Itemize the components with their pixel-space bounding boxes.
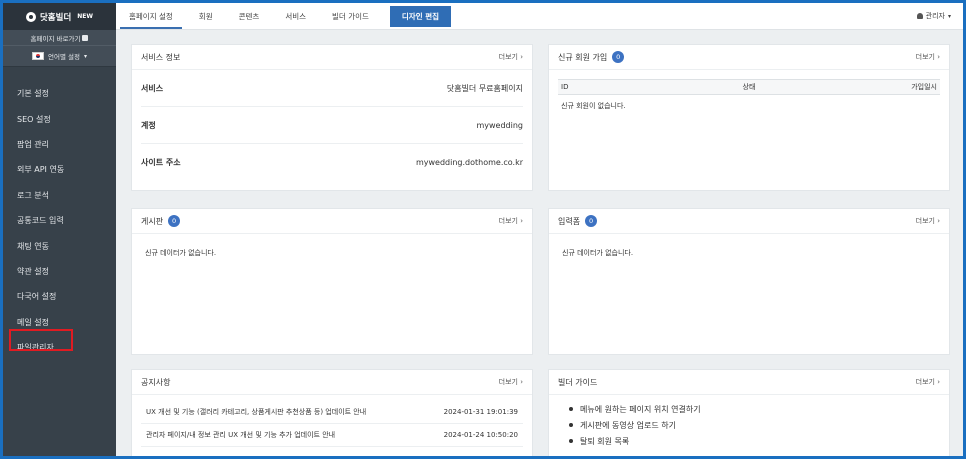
app-window: 닷홈빌더 NEW 홈페이지 바로가기 언어별 설정 ▾ 기본 설정 SEO 설정… — [3, 3, 963, 456]
language-select[interactable]: 언어별 설정 ▾ — [3, 46, 116, 66]
panel-title: 공지사항 — [141, 377, 171, 387]
homepage-link[interactable]: 홈페이지 바로가기 — [3, 30, 116, 46]
info-row: 서비스 닷홈빌더 무료홈페이지 — [141, 70, 523, 107]
panel-header: 신규 회원 가입 0 더보기 › — [549, 45, 949, 70]
caret-down-icon: ▾ — [83, 52, 87, 60]
service-info-panel: 서비스 정보 더보기 › 서비스 닷홈빌더 무료홈페이지 계정 myweddin… — [131, 44, 533, 191]
brand-name: 닷홈빌더 — [39, 12, 72, 23]
sidebar-item-external-api[interactable]: 외부 API 연동 — [3, 157, 116, 182]
more-link[interactable]: 더보기 › — [499, 377, 523, 387]
count-badge: 0 — [612, 51, 625, 63]
external-link-icon — [82, 34, 89, 41]
logo-icon — [25, 11, 36, 22]
notice-panel: 공지사항 더보기 › UX 개선 및 기능 (갤러리 카테고리, 상품게시판 추… — [131, 369, 533, 456]
list-item[interactable]: UX 개선 및 기능 (갤러리 카테고리, 상품게시판 추천상품 등) 업데이트… — [141, 401, 523, 424]
count-badge: 0 — [168, 215, 181, 227]
tab-contents[interactable]: 콘텐츠 — [226, 3, 273, 29]
panel-header: 게시판 0 더보기 › — [132, 209, 532, 234]
user-menu[interactable]: 관리자 ▾ — [916, 3, 963, 29]
tab-members[interactable]: 회원 — [186, 3, 226, 29]
tab-services[interactable]: 서비스 — [272, 3, 319, 29]
form-panel: 입력폼 0 더보기 › 신규 데이터가 없습니다. — [548, 208, 950, 355]
list-item[interactable]: 게시판에 동영상 업로드 하기 — [569, 417, 949, 433]
more-link[interactable]: 더보기 › — [916, 52, 940, 62]
design-edit-button[interactable]: 디자인 편집 — [389, 6, 452, 27]
user-icon — [916, 13, 923, 19]
panel-header: 서비스 정보 더보기 › — [132, 45, 532, 70]
list-item[interactable]: 관리자 페이지/내 정보 관리 UX 개선 및 기능 추가 업데이트 안내 20… — [141, 424, 523, 447]
panel-title: 빌더 가이드 — [558, 377, 598, 387]
list-item[interactable]: 메뉴에 원하는 페이지 위치 연결하기 — [569, 401, 949, 417]
top-nav: 홈페이지 설정 회원 콘텐츠 서비스 빌더 가이드 디자인 편집 관리자 ▾ — [116, 3, 963, 30]
more-link[interactable]: 더보기 › — [916, 377, 940, 387]
sidebar-item-common-code[interactable]: 공통코드 입력 — [3, 208, 116, 233]
info-row: 사이트 주소 mywedding.dothome.co.kr — [141, 158, 523, 167]
more-link[interactable]: 더보기 › — [499, 52, 523, 62]
caret-down-icon: ▾ — [947, 12, 951, 20]
sidebar-item-popup[interactable]: 팝업 관리 — [3, 132, 116, 157]
panel-header: 빌더 가이드 더보기 › — [549, 370, 949, 395]
brand[interactable]: 닷홈빌더 NEW — [3, 3, 116, 30]
panel-title: 신규 회원 가입 — [558, 52, 608, 62]
empty-message: 신규 데이터가 없습니다. — [562, 249, 634, 257]
sidebar-item-chat[interactable]: 채팅 연동 — [3, 233, 116, 258]
panel-header: 입력폼 0 더보기 › — [549, 209, 949, 234]
new-members-panel: 신규 회원 가입 0 더보기 › ID 상태 가입일시 신규 회원이 없습니다. — [548, 44, 950, 191]
sidebar-item-log[interactable]: 로그 분석 — [3, 183, 116, 208]
user-name: 관리자 — [925, 12, 945, 20]
table-header: ID 상태 가입일시 — [558, 80, 940, 95]
korea-flag-icon — [32, 52, 44, 60]
panel-title: 게시판 — [141, 216, 164, 226]
sidebar-item-multilang[interactable]: 다국어 설정 — [3, 284, 116, 309]
sidebar: 닷홈빌더 NEW 홈페이지 바로가기 언어별 설정 ▾ 기본 설정 SEO 설정… — [3, 3, 116, 456]
board-panel: 게시판 0 더보기 › 신규 데이터가 없습니다. — [131, 208, 533, 355]
homepage-link-label: 홈페이지 바로가기 — [30, 34, 81, 43]
empty-message: 신규 회원이 없습니다. — [561, 102, 626, 110]
language-select-label: 언어별 설정 — [48, 53, 80, 61]
sidebar-item-terms[interactable]: 약관 설정 — [3, 259, 116, 284]
brand-tag: NEW — [77, 13, 94, 20]
tab-builder-guide[interactable]: 빌더 가이드 — [319, 3, 382, 29]
sidebar-menu: 기본 설정 SEO 설정 팝업 관리 외부 API 연동 로그 분석 공통코드 … — [3, 81, 116, 360]
sidebar-top: 홈페이지 바로가기 언어별 설정 ▾ — [3, 30, 116, 67]
guide-list: 메뉴에 원하는 페이지 위치 연결하기 게시판에 동영상 업로드 하기 탈퇴 회… — [549, 395, 949, 449]
panel-title: 서비스 정보 — [141, 52, 181, 62]
more-link[interactable]: 더보기 › — [499, 216, 523, 226]
count-badge: 0 — [585, 215, 598, 227]
more-link[interactable]: 더보기 › — [916, 216, 940, 226]
list-item[interactable]: 탈퇴 회원 목록 — [569, 433, 949, 449]
sidebar-item-basic[interactable]: 기본 설정 — [3, 81, 116, 106]
sidebar-item-seo[interactable]: SEO 설정 — [3, 106, 116, 131]
info-row: 계정 mywedding — [141, 107, 523, 144]
panel-title: 입력폼 — [558, 216, 581, 226]
empty-message: 신규 데이터가 없습니다. — [145, 249, 217, 257]
members-table: ID 상태 가입일시 신규 회원이 없습니다. — [558, 79, 940, 117]
builder-guide-panel: 빌더 가이드 더보기 › 메뉴에 원하는 페이지 위치 연결하기 게시판에 동영… — [548, 369, 950, 456]
tab-homepage-settings[interactable]: 홈페이지 설정 — [116, 3, 186, 29]
highlight-box — [9, 329, 73, 351]
panel-header: 공지사항 더보기 › — [132, 370, 532, 395]
